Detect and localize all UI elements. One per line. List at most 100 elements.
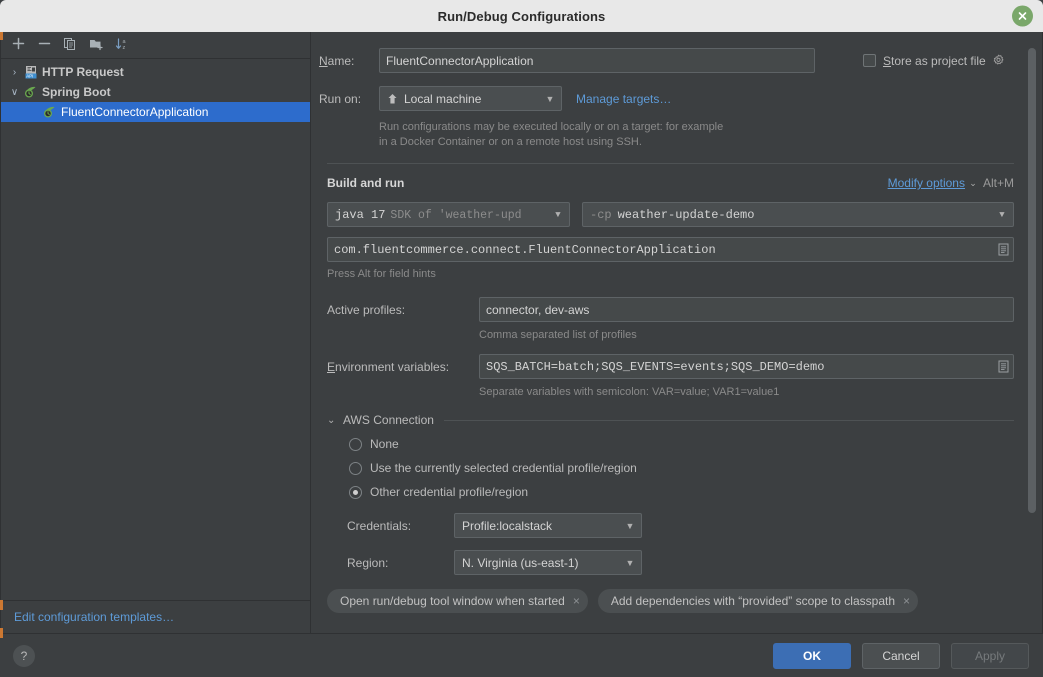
environment-variables-hint: Separate variables with semicolon: VAR=v… — [479, 386, 1014, 398]
aws-option-other-profile[interactable]: Other credential profile/region — [349, 485, 1014, 499]
aws-connection-section-header[interactable]: ⌄ AWS Connection — [327, 413, 1014, 427]
environment-variables-label: Environment variables: — [327, 360, 479, 374]
modify-options-shortcut: Alt+M — [983, 176, 1014, 190]
jre-module-row: java 17 SDK of 'weather-upd ▼ -cp weathe… — [327, 202, 1014, 227]
add-configuration-button[interactable] — [7, 35, 29, 55]
spring-boot-icon — [41, 105, 58, 119]
http-request-icon: API — [22, 65, 39, 79]
radio-none[interactable] — [349, 438, 362, 451]
region-row: Region: N. Virginia (us-east-1) ▼ — [347, 550, 1014, 575]
aws-option-label: Use the currently selected credential pr… — [370, 461, 637, 475]
tree-item-http-request[interactable]: › API HTTP Request — [1, 62, 310, 82]
chevron-down-icon[interactable]: ∨ — [7, 87, 22, 98]
gear-icon[interactable] — [991, 52, 1007, 69]
jre-value-description: SDK of 'weather-upd — [390, 209, 521, 222]
name-input[interactable]: FluentConnectorApplication — [379, 48, 815, 73]
tree-item-label: HTTP Request — [39, 65, 124, 79]
aws-option-current-profile[interactable]: Use the currently selected credential pr… — [349, 461, 1014, 475]
ok-button[interactable]: OK — [773, 643, 851, 669]
region-select[interactable]: N. Virginia (us-east-1) ▼ — [454, 550, 642, 575]
edge-marker-bottom — [0, 628, 3, 638]
help-button[interactable]: ? — [13, 645, 35, 667]
store-as-project-file-checkbox[interactable] — [863, 54, 876, 67]
apply-button[interactable]: Apply — [951, 643, 1029, 669]
chevron-down-icon[interactable]: ▼ — [994, 210, 1010, 220]
remove-configuration-button[interactable] — [33, 35, 55, 55]
local-machine-icon — [387, 93, 398, 105]
field-hints-text: Press Alt for field hints — [327, 268, 1014, 280]
plus-icon — [12, 37, 25, 53]
edit-configuration-templates-link[interactable]: Edit configuration templates… — [14, 610, 174, 624]
chip-open-run-debug-tool-window[interactable]: Open run/debug tool window when started … — [327, 589, 588, 613]
chip-label: Open run/debug tool window when started — [340, 594, 565, 608]
jre-select[interactable]: java 17 SDK of 'weather-upd ▼ — [327, 202, 570, 227]
module-classpath-select[interactable]: -cp weather-update-demo ▼ — [582, 202, 1014, 227]
jre-value-name: java 17 — [335, 208, 385, 222]
credentials-value: Profile:localstack — [462, 519, 622, 533]
run-on-label: Run on: — [319, 92, 379, 106]
manage-targets-link[interactable]: Manage targets… — [576, 92, 671, 106]
radio-other-profile[interactable] — [349, 486, 362, 499]
aws-option-label: Other credential profile/region — [370, 485, 528, 499]
name-row: Name: FluentConnectorApplication Store a… — [319, 48, 1014, 73]
dialog-action-buttons: OK Cancel Apply — [773, 643, 1029, 669]
close-icon[interactable]: × — [573, 594, 580, 608]
help-icon: ? — [21, 649, 28, 663]
build-and-run-title: Build and run — [327, 176, 404, 190]
configurations-panel: a z › API — [1, 32, 311, 633]
chevron-down-icon[interactable]: ▼ — [550, 210, 566, 220]
aws-option-label: None — [370, 437, 399, 451]
expand-field-icon[interactable] — [995, 358, 1011, 375]
close-button[interactable] — [1012, 6, 1033, 27]
svg-text:API: API — [26, 74, 33, 79]
chevron-down-icon[interactable]: ⌄ — [327, 415, 343, 426]
chevron-down-icon[interactable]: ▼ — [542, 94, 558, 104]
chevron-down-icon[interactable]: ▼ — [622, 521, 638, 531]
folder-add-icon — [89, 37, 104, 54]
editor-scrollbar-thumb[interactable] — [1028, 48, 1036, 513]
run-on-select[interactable]: Local machine ▼ — [379, 86, 562, 111]
section-divider — [327, 163, 1014, 164]
move-into-folder-button[interactable] — [85, 35, 107, 55]
configurations-toolbar: a z — [1, 32, 310, 59]
store-as-project-file-row[interactable]: Store as project file — [863, 52, 1007, 69]
chevron-down-icon[interactable]: ▼ — [622, 558, 638, 568]
copy-configuration-button[interactable] — [59, 35, 81, 55]
dialog-title: Run/Debug Configurations — [438, 9, 606, 24]
cancel-button[interactable]: Cancel — [862, 643, 940, 669]
region-value: N. Virginia (us-east-1) — [462, 556, 622, 570]
sort-configurations-button[interactable]: a z — [111, 35, 133, 55]
configuration-editor-scroll-area: Name: FluentConnectorApplication Store a… — [311, 32, 1042, 633]
build-and-run-header: Build and run Modify options ⌄ Alt+M — [327, 176, 1014, 190]
copy-icon — [63, 37, 77, 54]
credentials-label: Credentials: — [347, 519, 454, 533]
tree-item-spring-boot[interactable]: ∨ Spring Boot — [1, 82, 310, 102]
editor-scrollbar[interactable] — [1028, 46, 1036, 615]
chevron-down-icon[interactable]: ⌄ — [965, 178, 981, 189]
active-profiles-input[interactable]: connector, dev-aws — [479, 297, 1014, 322]
name-input-value: FluentConnectorApplication — [386, 54, 533, 68]
active-profiles-value: connector, dev-aws — [486, 303, 589, 317]
aws-option-none[interactable]: None — [349, 437, 1014, 451]
credentials-select[interactable]: Profile:localstack ▼ — [454, 513, 642, 538]
chip-add-provided-scope-dependencies[interactable]: Add dependencies with “provided” scope t… — [598, 589, 918, 613]
chevron-right-icon[interactable]: › — [7, 67, 22, 78]
store-as-project-file-label: Store as project file — [883, 54, 986, 68]
radio-use-current-profile[interactable] — [349, 462, 362, 475]
active-profiles-hint: Comma separated list of profiles — [479, 329, 1014, 341]
close-icon — [1017, 11, 1028, 22]
close-icon[interactable]: × — [903, 594, 910, 608]
modify-options-link[interactable]: Modify options — [888, 176, 965, 190]
environment-variables-input[interactable]: SQS_BATCH=batch;SQS_EVENTS=events;SQS_DE… — [479, 354, 1014, 379]
expand-field-icon[interactable] — [995, 241, 1011, 258]
tree-item-label: FluentConnectorApplication — [58, 105, 208, 119]
configurations-tree: › API HTTP Request ∨ — [1, 59, 310, 600]
dialog-body: a z › API — [0, 32, 1043, 633]
edge-marker-top — [0, 32, 3, 40]
svg-text:z: z — [122, 45, 125, 51]
tree-item-fluentconnectorapplication[interactable]: FluentConnectorApplication — [1, 102, 310, 122]
main-class-input[interactable]: com.fluentcommerce.connect.FluentConnect… — [327, 237, 1014, 262]
name-label: Name: — [319, 54, 379, 68]
configurations-panel-footer: Edit configuration templates… — [1, 600, 310, 633]
configuration-editor-panel: Name: FluentConnectorApplication Store a… — [311, 32, 1042, 633]
